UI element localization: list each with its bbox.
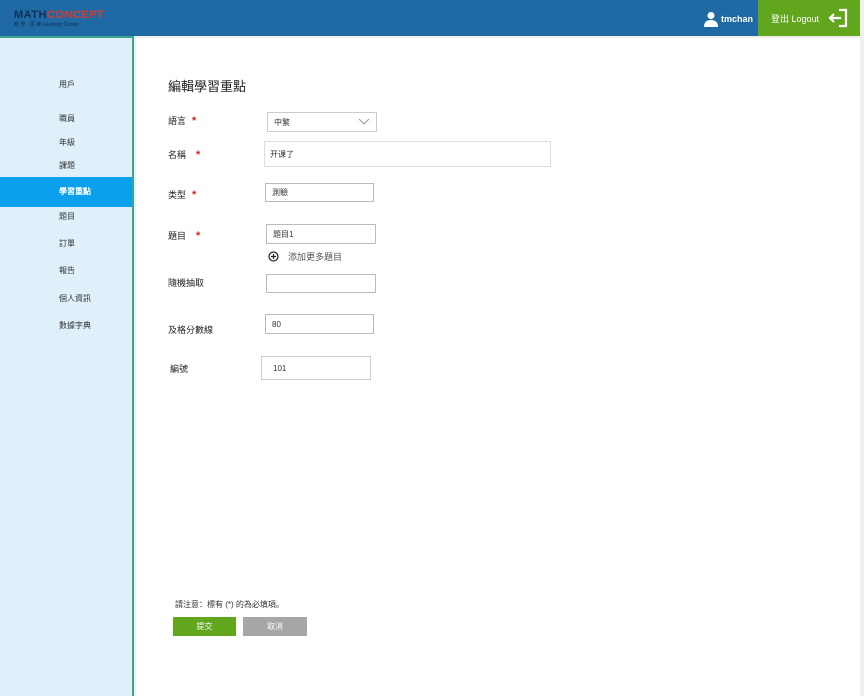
question-field[interactable]: 題目1: [266, 224, 376, 244]
language-label: 語言 *: [168, 115, 197, 127]
user-info[interactable]: tmchan: [704, 10, 753, 28]
required-mark: *: [192, 189, 197, 201]
number-label: 編號: [170, 364, 189, 374]
random-field[interactable]: [266, 274, 376, 293]
main-content: [136, 38, 860, 696]
required-note: 請注意：標有 (*) 的為必填項。: [175, 600, 284, 609]
logout-icon: [828, 8, 848, 28]
logo-text-concept: CONCEPT: [46, 9, 105, 21]
logout-button[interactable]: 登出 Logout: [758, 0, 860, 36]
sidebar: 用戶 職員 年級 課題 學習重點 題目 訂單 報告 個人資訊 數據字典: [0, 36, 134, 696]
sidebar-item-staff[interactable]: 職員: [0, 112, 132, 126]
name-label: 名稱 *: [168, 149, 201, 161]
sidebar-item-data-dictionary[interactable]: 數據字典: [0, 319, 132, 333]
logo-subtitle: 數 學 · 思 維 Learning Center: [14, 22, 79, 28]
page-title: 編輯學習重點: [168, 79, 247, 94]
sidebar-item-profile[interactable]: 個人資訊: [0, 292, 132, 306]
number-field[interactable]: 101: [261, 356, 371, 380]
sidebar-item-learning-points[interactable]: 學習重點: [0, 177, 132, 207]
random-label: 隨機抽取: [168, 278, 205, 288]
add-more-label: 添加更多題目: [288, 252, 343, 262]
sidebar-item-orders[interactable]: 訂單: [0, 237, 132, 251]
chevron-down-icon: [358, 118, 370, 125]
plus-circle-icon: [268, 251, 279, 262]
username: tmchan: [721, 14, 754, 24]
submit-button[interactable]: 提交: [173, 617, 236, 636]
user-icon: [704, 12, 718, 27]
logo[interactable]: MATHCONCEPT 數 學 · 思 維 Learning Center: [10, 7, 120, 31]
cancel-button[interactable]: 取消: [243, 617, 307, 636]
add-more-questions-button[interactable]: 添加更多題目: [268, 250, 342, 263]
sidebar-item-users[interactable]: 用戶: [0, 78, 132, 92]
type-field[interactable]: 測驗: [265, 183, 374, 202]
sidebar-item-reports[interactable]: 報告: [0, 264, 132, 278]
required-mark: *: [196, 230, 201, 242]
logo-text-math: MATH: [14, 9, 47, 21]
language-select-value: 中繁: [274, 117, 290, 127]
sidebar-item-questions[interactable]: 題目: [0, 210, 132, 224]
logout-label: 登出 Logout: [771, 13, 820, 24]
name-field[interactable]: 开课了: [264, 141, 551, 167]
passing-score-field[interactable]: 80: [265, 314, 374, 334]
question-label: 題目 *: [168, 230, 201, 242]
required-mark: *: [192, 115, 197, 127]
required-mark: *: [196, 149, 201, 161]
language-select[interactable]: 中繁: [267, 112, 377, 132]
sidebar-item-topics[interactable]: 課題: [0, 159, 132, 173]
type-label: 类型 *: [168, 189, 197, 201]
passing-score-label: 及格分數線: [168, 325, 214, 335]
sidebar-item-grades[interactable]: 年級: [0, 136, 132, 150]
top-bar: MATHCONCEPT 數 學 · 思 維 Learning Center tm…: [0, 0, 860, 36]
